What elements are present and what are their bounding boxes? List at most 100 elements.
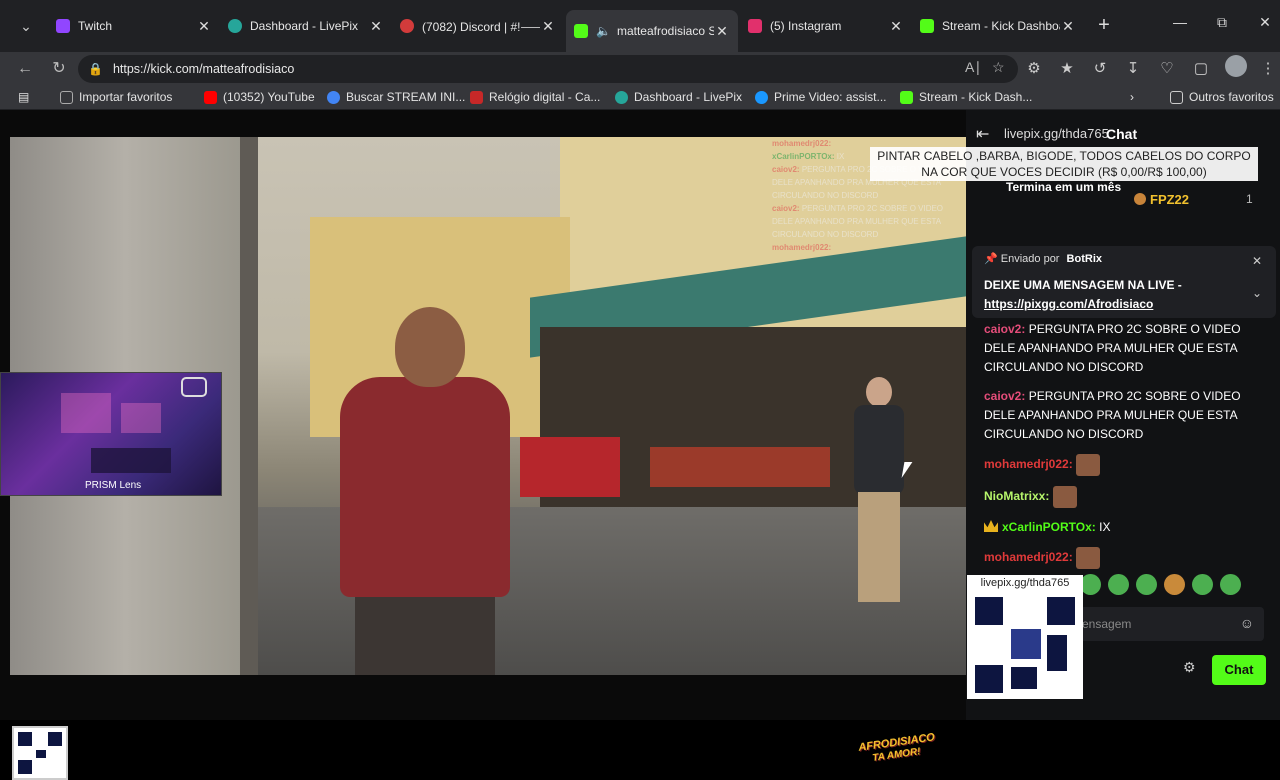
close-window-button[interactable]: ✕ [1250, 14, 1280, 31]
camera-icon [181, 377, 207, 397]
download-icon[interactable]: ↧ [1123, 59, 1143, 77]
back-button[interactable]: ← [14, 58, 36, 80]
chat-username[interactable]: caiov2: [984, 322, 1025, 336]
bookmark-label: Dashboard - LivePix [634, 90, 743, 104]
emote-icon[interactable] [1080, 574, 1101, 595]
collapse-chat-icon[interactable]: ⇤ [976, 124, 989, 144]
browser-toolbar: ← ↻ 🔒 https://kick.com/matteafrodisiaco … [0, 52, 1280, 86]
chat-username[interactable]: xCarlinPORTOx: [1002, 520, 1096, 534]
chat-message: mohamedrj022: [984, 454, 1274, 476]
bookmark-relogio[interactable]: Relógio digital - Ca... [470, 90, 600, 104]
speaker-icon[interactable]: 🔈 [596, 24, 611, 38]
tab-livepix[interactable]: Dashboard - LivePix ✕ [220, 10, 392, 42]
screenshot-icon[interactable]: ▢ [1191, 59, 1211, 77]
close-icon[interactable]: ✕ [540, 18, 556, 35]
address-bar[interactable]: 🔒 https://kick.com/matteafrodisiaco [78, 55, 1018, 83]
walking-man [848, 377, 908, 607]
pinned-text: DEIXE UMA MENSAGEM NA LIVE - https://pix… [984, 276, 1182, 314]
emoji-picker-icon[interactable]: ☺ [1240, 615, 1254, 631]
profile-avatar[interactable] [1225, 55, 1247, 77]
tab-kick-dashboard[interactable]: Stream - Kick Dashboar ✕ [912, 10, 1084, 42]
cam-wall-frame [121, 403, 161, 433]
qr-module [1047, 635, 1067, 671]
other-bookmarks[interactable]: Outros favoritos [1170, 90, 1274, 104]
bookmark-import[interactable]: Importar favoritos [60, 90, 172, 104]
pinned-link[interactable]: https://pixgg.com/Afrodisiaco [984, 297, 1153, 311]
reload-button[interactable]: ↻ [48, 58, 70, 80]
more-menu-icon[interactable]: ⋮ [1258, 59, 1278, 77]
favorite-star-icon[interactable]: ☆ [992, 59, 1005, 76]
emote-icon[interactable] [1164, 574, 1185, 595]
close-icon[interactable]: ✕ [368, 18, 384, 35]
chat-username[interactable]: mohamedrj022: [984, 550, 1073, 564]
prime-video-icon [755, 90, 768, 104]
sidebar-toggle-icon[interactable]: ▤ [18, 90, 29, 104]
bookmarks-overflow-chevron-icon[interactable]: › [1130, 90, 1134, 104]
emote-icon[interactable] [1108, 574, 1129, 595]
history-icon[interactable]: ↺ [1090, 59, 1110, 77]
clock-site-icon [470, 90, 483, 104]
top-gifter[interactable]: FPZ22 [1134, 192, 1189, 207]
tab-instagram[interactable]: (5) Instagram ✕ [740, 10, 912, 42]
qr-finder [1047, 597, 1075, 625]
chevron-down-icon[interactable]: ⌄ [1252, 286, 1262, 300]
chat-message-input[interactable]: ensagem ☺ [1080, 607, 1264, 641]
emote-icon[interactable] [1136, 574, 1157, 595]
bookmark-label: Importar favoritos [79, 90, 173, 104]
bookmark-youtube[interactable]: (10352) YouTube [204, 90, 315, 104]
emote-icon[interactable] [1220, 574, 1241, 595]
tab-title: (7082) Discord | #!⸻🟢Jl [422, 19, 540, 34]
chat-input-placeholder: ensagem [1082, 617, 1132, 631]
tab-title: Dashboard - LivePix [250, 19, 359, 33]
bookmark-livepix[interactable]: Dashboard - LivePix [615, 90, 742, 104]
tab-discord[interactable]: (7082) Discord | #!⸻🟢Jl ✕ [392, 10, 564, 42]
close-icon[interactable]: ✕ [196, 18, 212, 35]
youtube-icon [204, 90, 217, 104]
chat-username[interactable]: caiov2: [984, 389, 1025, 403]
new-tab-button[interactable]: + [1094, 14, 1114, 36]
minimize-button[interactable]: — [1165, 14, 1195, 30]
read-aloud-icon[interactable]: A∣ [965, 59, 981, 76]
chat-message: mohamedrj022: [984, 547, 1274, 569]
emote-icon[interactable] [1192, 574, 1213, 595]
chat-send-button[interactable]: Chat [1212, 655, 1266, 685]
bookmark-kick-dashboard[interactable]: Stream - Kick Dash... [900, 90, 1032, 104]
bookmark-prime-video[interactable]: Prime Video: assist... [755, 90, 887, 104]
heart-icon[interactable]: ♡ [1157, 59, 1177, 77]
close-icon[interactable]: ✕ [1060, 18, 1076, 35]
afrodisiaco-logo: AFRODISIACO TA AMOR! [858, 731, 958, 779]
lock-icon: 🔒 [88, 62, 103, 76]
top-gifter-count: 1 [1246, 192, 1253, 206]
livepix-icon [615, 90, 628, 104]
chat-username[interactable]: NioMatrixx: [984, 489, 1049, 503]
restore-button[interactable]: ⧉ [1207, 14, 1237, 31]
overlay-username: xCarlinPORTOx: [772, 152, 835, 161]
favorites-icon[interactable]: ★ [1057, 59, 1077, 77]
unpin-icon[interactable]: ✕ [1252, 254, 1262, 268]
tab-kick-active[interactable]: 🔈 matteafrodisiaco St ✕ [566, 10, 738, 52]
discord-icon [400, 19, 414, 33]
emote-image [1052, 486, 1077, 508]
extension-icon[interactable]: ⚙ [1024, 59, 1044, 77]
cam-desk [91, 448, 171, 473]
overlay-text: IX [836, 152, 845, 161]
import-icon [60, 90, 73, 104]
chat-username[interactable]: mohamedrj022: [984, 457, 1073, 471]
chat-header: ⇤ livepix.gg/thda765 Chat [966, 122, 1280, 148]
close-icon[interactable]: ✕ [888, 18, 904, 35]
emote-quickbar [1080, 574, 1241, 595]
pinned-by-label: Enviado por [1000, 253, 1060, 265]
webcam-overlay: PRISM Lens [0, 372, 222, 496]
tab-twitch[interactable]: Twitch ✕ [48, 10, 220, 42]
close-icon[interactable]: ✕ [714, 23, 730, 40]
walker-head [866, 377, 892, 407]
chat-message: xCarlinPORTOx: IX [984, 518, 1274, 537]
tab-search-icon[interactable]: ⌄ [14, 14, 38, 38]
chat-header-url: livepix.gg/thda765 [1004, 126, 1109, 141]
pinned-by-user[interactable]: BotRix [1067, 253, 1102, 265]
overlay-username: mohamedrj022: [772, 139, 832, 148]
kick-icon [900, 90, 913, 104]
bookmark-buscar-stream[interactable]: Buscar STREAM INI... [327, 90, 465, 104]
top-gifter-name: FPZ22 [1150, 192, 1190, 207]
chat-settings-gear-icon[interactable]: ⚙ [1183, 659, 1196, 676]
